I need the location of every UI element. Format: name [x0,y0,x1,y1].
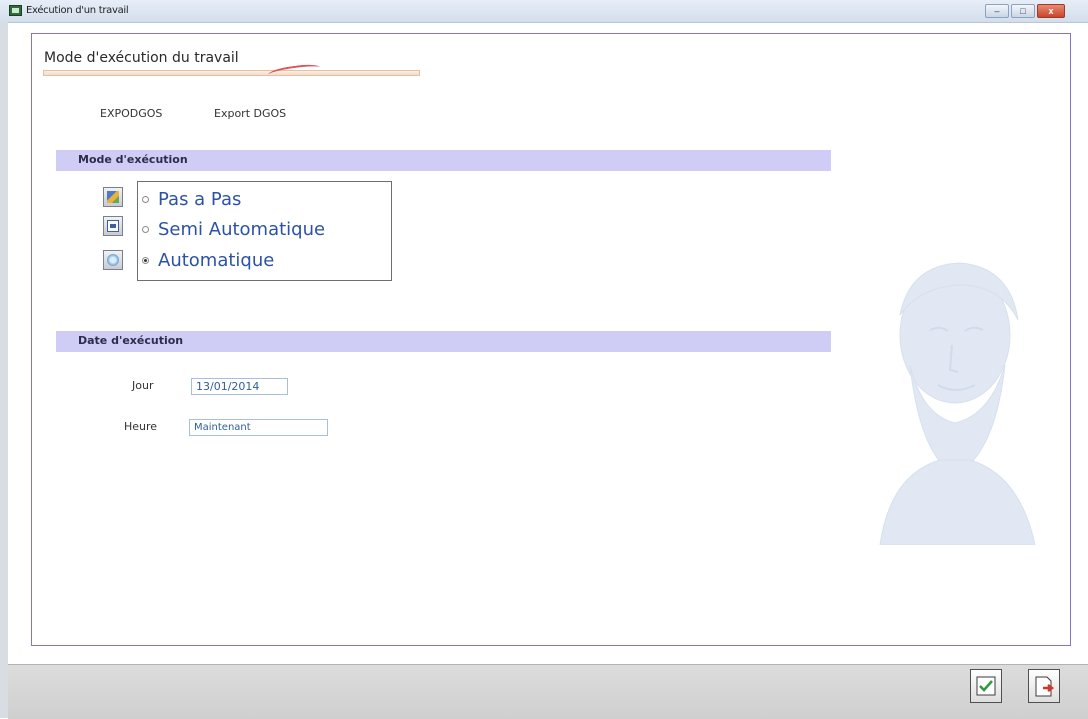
radio-button[interactable] [142,225,149,233]
hour-label: Heure [124,420,158,433]
check-icon [976,676,996,696]
radio-option-semi-automatique[interactable]: Semi Automatique [142,217,325,241]
mode-section-title: Mode d'exécution [78,153,188,166]
app-icon [9,5,22,16]
step-icon[interactable] [103,187,123,207]
job-label: Export DGOS [214,107,287,120]
exit-button[interactable] [1028,669,1060,703]
date-section-title: Date d'exécution [78,334,184,347]
radio-label: Semi Automatique [158,218,326,240]
date-section-header: Date d'exécution [56,331,831,352]
mode-radio-group: Pas a Pas Semi Automatique Automatique [137,181,392,281]
job-code: EXPODGOS [100,107,163,120]
radio-option-automatique[interactable]: Automatique [142,248,274,272]
exit-icon [1035,676,1054,697]
radio-label: Pas a Pas [158,188,242,210]
day-label: Jour [132,379,154,392]
window-titlebar: Exécution d'un travail – □ x [0,0,1088,23]
minimize-button[interactable]: – [985,4,1009,18]
close-button[interactable]: x [1037,4,1065,18]
radio-button-checked[interactable] [142,256,149,264]
window-left-border [0,22,8,718]
radio-option-pas-a-pas[interactable]: Pas a Pas [142,187,241,211]
semi-auto-icon[interactable] [103,216,123,236]
radio-button[interactable] [142,195,149,203]
mode-section-header: Mode d'exécution [56,150,831,171]
window-title: Exécution d'un travail [26,5,129,16]
day-field[interactable] [191,378,288,395]
maximize-button[interactable]: □ [1011,4,1035,18]
portrait-watermark-icon [879,262,1036,545]
auto-icon[interactable] [103,250,123,270]
bottom-toolbar [8,664,1088,719]
panel-title: Mode d'exécution du travail [44,50,239,66]
validate-button[interactable] [970,669,1002,703]
hour-field[interactable] [189,419,328,436]
radio-label: Automatique [158,249,275,271]
title-underline [43,70,420,76]
